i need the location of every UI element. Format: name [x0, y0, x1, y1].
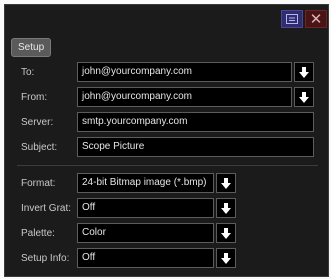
palette-field[interactable]: Color	[77, 223, 214, 243]
help-button[interactable]	[281, 10, 303, 28]
setup-info-label: Setup Info:	[21, 253, 70, 264]
subject-field[interactable]: Scope Picture	[77, 137, 314, 157]
invert-grat-label: Invert Grat:	[21, 203, 72, 214]
server-field[interactable]: smtp.yourcompany.com	[77, 112, 314, 132]
to-label: To:	[21, 67, 35, 78]
arrow-down-icon	[299, 66, 309, 78]
from-label: From:	[21, 92, 48, 103]
format-field[interactable]: 24-bit Bitmap image (*.bmp)	[77, 173, 214, 193]
invert-grat-dropdown-button[interactable]	[216, 198, 236, 218]
tab-setup[interactable]: Setup	[11, 38, 52, 57]
arrow-down-icon	[221, 227, 231, 239]
setup-info-dropdown-button[interactable]	[216, 248, 236, 268]
to-field[interactable]: john@yourcompany.com	[77, 62, 292, 82]
palette-label: Palette:	[21, 228, 55, 239]
arrow-down-icon	[221, 252, 231, 264]
from-dropdown-button[interactable]	[294, 87, 314, 107]
setup-info-field[interactable]: Off	[77, 248, 214, 268]
arrow-down-icon	[221, 177, 231, 189]
close-icon: ✕	[309, 10, 323, 28]
email-setup-panel: ✕ Setup To: john@yourcompany.com From: j…	[4, 4, 329, 277]
to-dropdown-button[interactable]	[294, 62, 314, 82]
subject-label: Subject:	[21, 142, 58, 153]
server-label: Server:	[21, 117, 54, 128]
format-label: Format:	[21, 178, 56, 189]
invert-grat-field[interactable]: Off	[77, 198, 214, 218]
from-field[interactable]: john@yourcompany.com	[77, 87, 292, 107]
palette-dropdown-button[interactable]	[216, 223, 236, 243]
divider	[17, 165, 318, 166]
help-panel-icon	[286, 14, 298, 24]
arrow-down-icon	[221, 202, 231, 214]
format-dropdown-button[interactable]	[216, 173, 236, 193]
close-button[interactable]: ✕	[305, 10, 327, 28]
arrow-down-icon	[299, 91, 309, 103]
